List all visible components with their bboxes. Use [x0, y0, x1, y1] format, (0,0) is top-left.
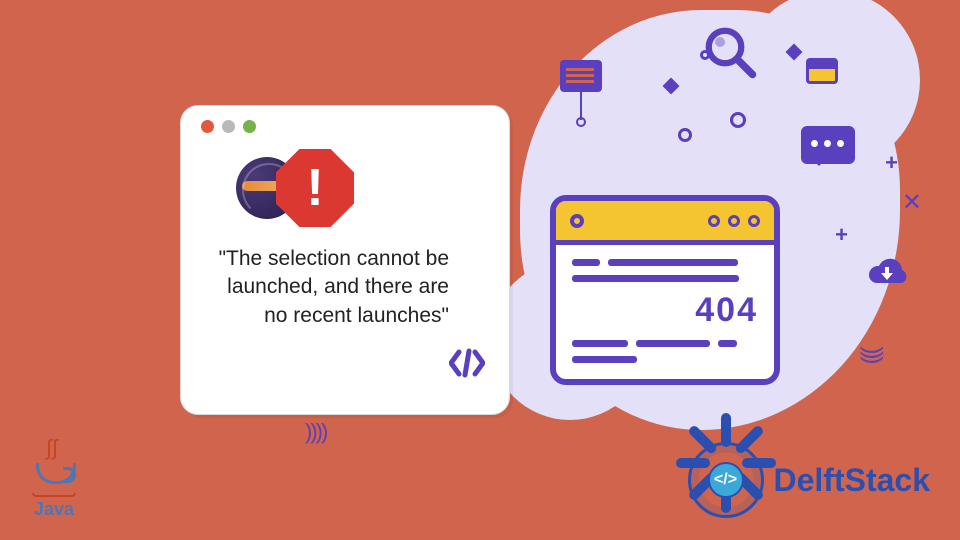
- error-message-text: "The selection cannot be launched, and t…: [201, 245, 489, 330]
- java-cup-icon: ∫∫: [28, 459, 80, 495]
- code-brackets-icon: [449, 348, 485, 386]
- exclamation-mark: !: [306, 162, 323, 214]
- java-label: Java: [28, 499, 80, 520]
- browser-dot-icon: [708, 215, 720, 227]
- ring-decoration: [730, 112, 746, 128]
- x-decoration: ✕: [902, 188, 922, 217]
- mini-window-icon: [806, 58, 838, 84]
- traffic-light-yellow-icon: [222, 120, 235, 133]
- browser-dot-icon: [748, 215, 760, 227]
- speech-bubble-icon: [801, 126, 855, 164]
- java-logo: ∫∫ Java: [28, 459, 80, 520]
- wifi-arc-icon: )))): [305, 419, 326, 445]
- browser-title-bar: [556, 201, 774, 245]
- traffic-light-green-icon: [243, 120, 256, 133]
- ring-decoration: [700, 50, 710, 60]
- plus-decoration: +: [885, 150, 898, 176]
- traffic-light-red-icon: [201, 120, 214, 133]
- plus-decoration: +: [835, 222, 848, 248]
- error-404-window: 404: [550, 195, 780, 385]
- error-card-window: ! "The selection cannot be launched, and…: [180, 105, 510, 415]
- browser-dot-icon: [728, 215, 740, 227]
- ring-decoration: [678, 128, 692, 142]
- window-controls: [201, 120, 489, 133]
- browser-control-icon: [570, 214, 584, 228]
- delftstack-badge-icon: </>: [688, 442, 764, 518]
- delftstack-label: DelftStack: [774, 462, 931, 499]
- document-icon: [560, 60, 602, 127]
- error-code-404: 404: [572, 291, 758, 330]
- stop-sign-icon: !: [276, 149, 354, 227]
- delftstack-logo: </> DelftStack: [688, 442, 931, 518]
- cloud-upload-icon: [860, 250, 915, 297]
- java-steam-icon: ∫∫: [46, 435, 58, 461]
- delftstack-badge-symbol: </>: [708, 462, 744, 498]
- wifi-arc-icon: ))): [859, 347, 887, 362]
